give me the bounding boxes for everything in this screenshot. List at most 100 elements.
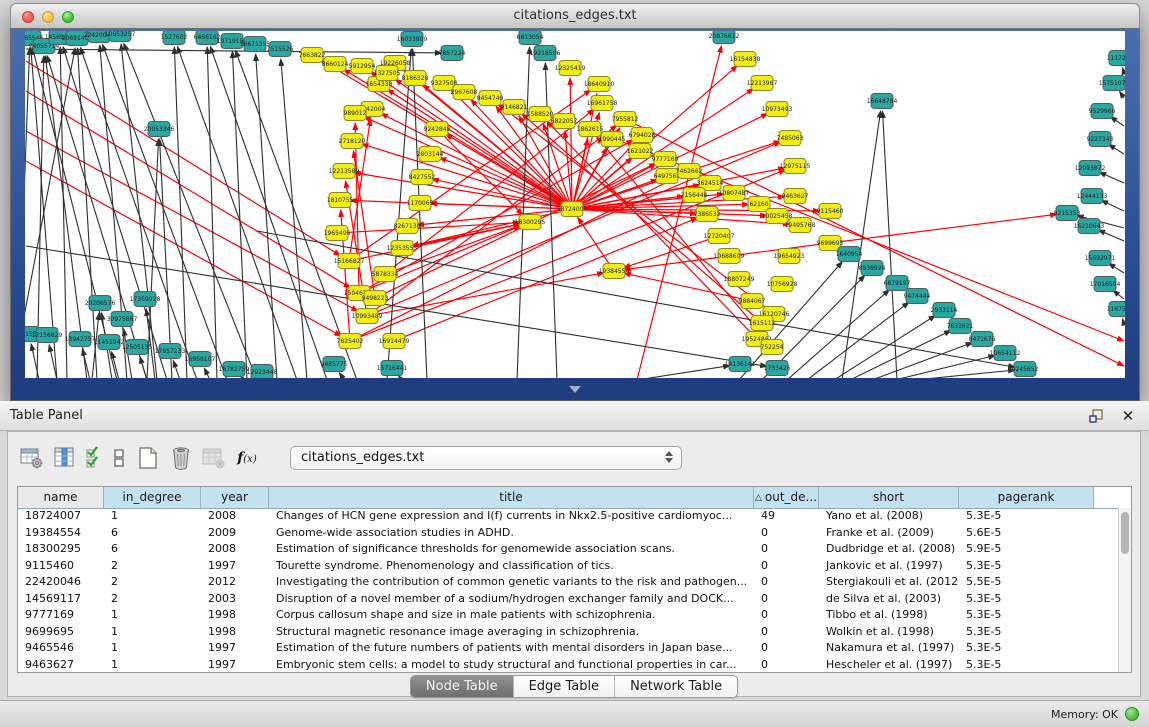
graph-node[interactable]: 9884067 — [739, 294, 766, 309]
graph-node[interactable]: 17957233 — [155, 344, 186, 359]
graph-node[interactable]: 30975887 — [107, 312, 138, 327]
table-selector[interactable]: citations_edges.txt — [290, 446, 682, 470]
show-columns-button[interactable] — [51, 445, 79, 471]
graph-node[interactable]: 8215353 — [1054, 206, 1081, 221]
graph-node[interactable]: 9115460 — [817, 204, 844, 219]
graph-node[interactable]: 16958107 — [185, 352, 216, 367]
graph-node[interactable]: 16210643 — [1074, 219, 1105, 234]
window-titlebar[interactable]: citations_edges.txt — [10, 3, 1140, 29]
graph-node[interactable]: 18807249 — [724, 272, 755, 287]
graph-node[interactable]: 12213967 — [747, 76, 778, 91]
graph-node[interactable]: 2967608 — [451, 85, 478, 100]
graph-node[interactable]: 6822057 — [551, 114, 578, 129]
graph-node[interactable]: 1170065 — [407, 196, 434, 211]
graph-node[interactable]: 1327505 — [374, 66, 401, 81]
table-settings-button[interactable] — [18, 445, 46, 471]
graph-node[interactable]: 1621022 — [627, 144, 654, 159]
graph-node[interactable]: 12353553 — [387, 241, 418, 256]
column-header-name[interactable]: name — [18, 487, 104, 508]
graph-node[interactable]: 17016504 — [1090, 277, 1121, 292]
graph-node[interactable]: 18640910 — [584, 77, 615, 92]
column-header-out_degree[interactable]: △out_de... — [754, 487, 819, 508]
graph-node[interactable]: 16914479 — [379, 334, 410, 349]
graph-node[interactable]: 10654112 — [990, 346, 1021, 361]
graph-node[interactable]: 1965496 — [324, 226, 351, 241]
graph-node[interactable]: 2156448 — [681, 188, 708, 203]
graph-node[interactable]: 6879197 — [884, 276, 911, 291]
vertical-scrollbar[interactable] — [1118, 508, 1131, 672]
graph-node[interactable]: 8813054 — [517, 31, 544, 45]
graph-node[interactable]: 9498223 — [362, 291, 389, 306]
zoom-window-button[interactable] — [62, 11, 74, 23]
graph-node[interactable]: 6794028 — [629, 128, 656, 143]
table-row[interactable]: 911546021997Tourette syndrome. Phenomeno… — [18, 558, 1118, 575]
graph-node[interactable]: 5912954 — [349, 59, 376, 74]
tab-edge-table[interactable]: Edge Table — [513, 676, 614, 697]
graph-node[interactable]: 1615112 — [749, 316, 776, 331]
graph-node[interactable]: 2718120 — [339, 134, 366, 149]
graph-node[interactable]: 19654923 — [774, 249, 805, 264]
graph-node[interactable]: 19495768 — [785, 218, 816, 233]
graph-node[interactable]: 9485775 — [321, 357, 348, 372]
graph-node[interactable]: 7632621 — [947, 319, 974, 334]
graph-node[interactable]: 1588520 — [527, 107, 554, 122]
graph-node[interactable]: 8938924 — [859, 261, 886, 276]
graph-node[interactable]: 9529966 — [1089, 104, 1116, 119]
graph-node[interactable]: 9227343 — [1087, 132, 1114, 147]
table-row[interactable]: 1830029562008Estimation of significance … — [18, 541, 1118, 558]
graph-node[interactable]: 17359928 — [130, 292, 161, 307]
graph-node[interactable]: 19384554 — [599, 264, 630, 279]
graph-node[interactable]: 8471676 — [969, 332, 996, 347]
column-header-short[interactable]: short — [819, 487, 959, 508]
graph-node[interactable]: 10688609 — [714, 249, 745, 264]
graph-node[interactable]: 7857224 — [439, 46, 466, 61]
graph-node[interactable]: 16961758 — [587, 96, 618, 111]
column-header-title[interactable]: title — [269, 487, 754, 508]
delete-column-button[interactable] — [167, 445, 195, 471]
graph-node[interactable]: 9777169 — [652, 152, 679, 167]
graph-node[interactable]: 15692971 — [1085, 251, 1116, 266]
graph-node[interactable]: 10973493 — [762, 102, 793, 117]
graph-node[interactable]: 12923448 — [247, 365, 278, 379]
graph-node[interactable]: 10993489 — [352, 309, 383, 324]
graph-node[interactable]: 8427552 — [409, 170, 436, 185]
graph-node[interactable]: 11451942 — [94, 335, 125, 350]
graph-node[interactable]: 7515526 — [267, 42, 294, 57]
column-header-pagerank[interactable]: pagerank — [959, 487, 1094, 508]
graph-node[interactable]: 12975115 — [780, 159, 811, 174]
graph-node[interactable]: 16154838 — [730, 52, 761, 67]
graph-node[interactable]: 15166827 — [334, 254, 365, 269]
graph-node[interactable]: 16033809 — [397, 32, 428, 47]
graph-node[interactable]: 20053346 — [144, 122, 175, 137]
graph-node[interactable]: 9474444 — [904, 289, 931, 304]
table-row[interactable]: 1456911722003Disruption of a novel membe… — [18, 591, 1118, 608]
graph-node[interactable]: 12720407 — [704, 229, 735, 244]
table-row[interactable]: 977716911998Corpus callosum shape and si… — [18, 607, 1118, 624]
graph-node[interactable]: 989012 — [344, 106, 367, 121]
graph-node[interactable]: 20206576 — [85, 296, 116, 311]
table-row[interactable]: 946362711997Embryonic stem cells: a mode… — [18, 657, 1118, 673]
tab-node-table[interactable]: Node Table — [411, 676, 513, 697]
network-canvas[interactable]: 1872400776638228660124591295416543382342… — [25, 31, 1125, 378]
scrollbar-thumb[interactable] — [1121, 512, 1129, 554]
select-columns-button[interactable] — [84, 445, 104, 471]
minimize-window-button[interactable] — [42, 11, 54, 23]
graph-node[interactable]: 8660124 — [322, 57, 349, 72]
float-panel-icon[interactable] — [1087, 407, 1105, 425]
graph-node[interactable]: 10807487 — [719, 186, 750, 201]
graph-node[interactable]: 2803144 — [417, 147, 444, 162]
function-builder-button[interactable]: f(x) — [233, 445, 261, 471]
graph-node[interactable]: 15751074 — [1099, 76, 1125, 91]
graph-node[interactable]: 7955812 — [612, 112, 639, 127]
column-header-year[interactable]: year — [201, 487, 269, 508]
graph-node[interactable]: 5878334 — [372, 267, 399, 282]
graph-node[interactable]: 12505135 — [122, 340, 153, 355]
table-row[interactable]: 1872400712008Changes of HCN gene express… — [18, 508, 1118, 525]
graph-node[interactable]: 1117263 — [1107, 51, 1125, 66]
graph-node[interactable]: 1733426 — [764, 361, 791, 376]
graph-node[interactable]: 1810755 — [327, 193, 354, 208]
graph-node[interactable]: 7462662 — [676, 164, 703, 179]
graph-node[interactable]: 20876612 — [709, 31, 740, 44]
graph-node[interactable]: 8267130 — [394, 219, 421, 234]
graph-node[interactable]: 12093872 — [1075, 161, 1106, 176]
